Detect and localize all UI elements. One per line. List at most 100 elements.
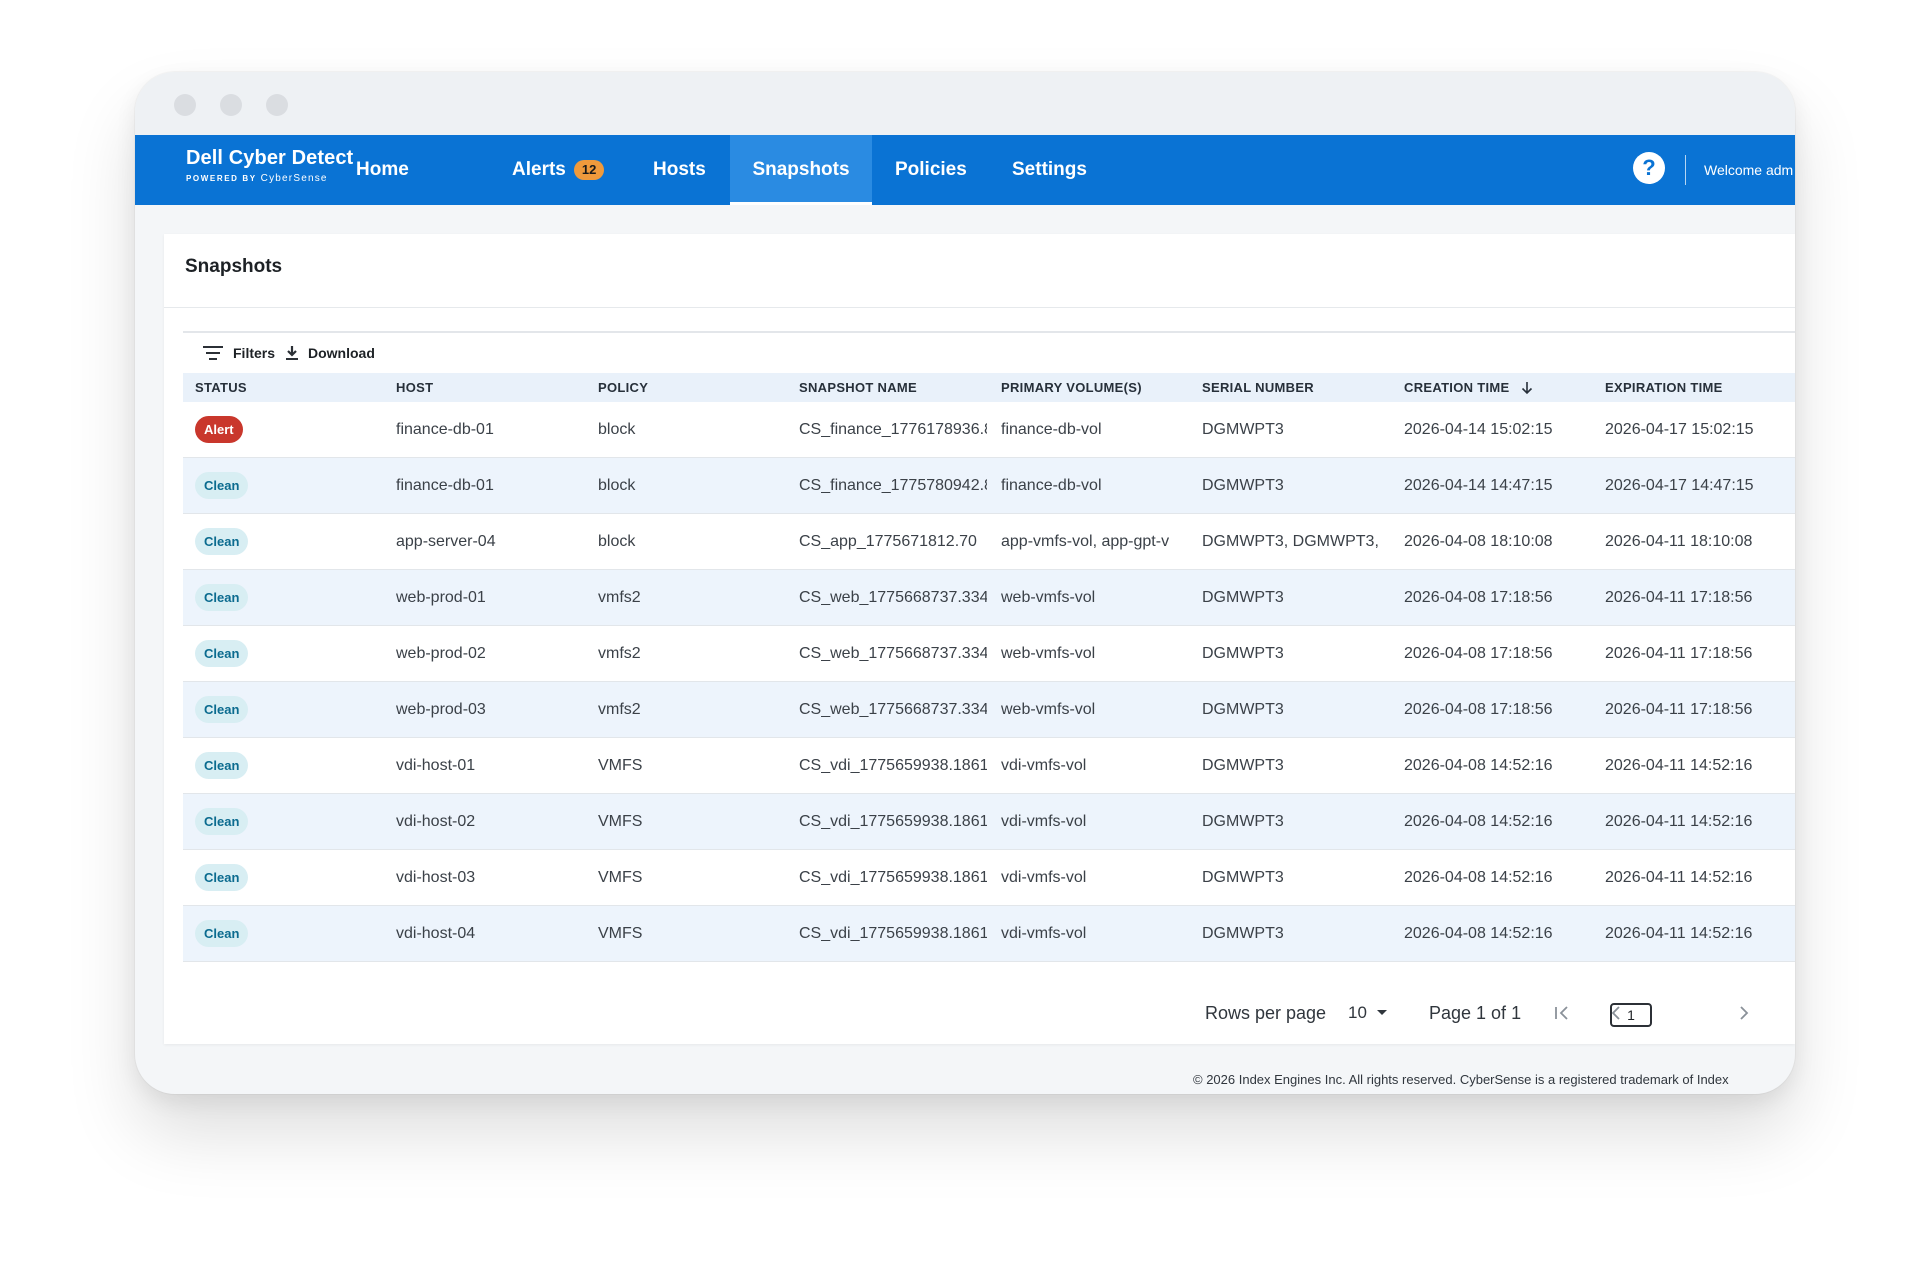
host-cell: web-prod-01 — [396, 570, 591, 625]
nav-item-snapshots[interactable]: Snapshots — [730, 135, 872, 205]
expiration-time-cell: 2026-04-11 14:52:16 — [1605, 850, 1795, 905]
status-cell: Clean — [195, 458, 385, 513]
policy-cell-text: block — [598, 476, 636, 494]
expiration-time-cell: 2026-04-11 14:52:16 — [1605, 906, 1795, 961]
creation-time-cell: 2026-04-08 14:52:16 — [1404, 794, 1599, 849]
host-cell-text: finance-db-01 — [396, 476, 494, 494]
creation-time-cell-text: 2026-04-08 18:10:08 — [1404, 532, 1553, 550]
status-cell: Clean — [195, 570, 385, 625]
table-row[interactable]: Clean vdi-host-04 VMFS CS_vdi_1775659938.18… — [183, 906, 1795, 962]
snapshot-name-cell: CS_vdi_1775659938.1861 — [799, 738, 987, 793]
caret-down-icon — [1376, 1010, 1387, 1015]
nav-item-policies[interactable]: Policies — [895, 135, 967, 205]
nav-item-settings[interactable]: Settings — [1012, 135, 1087, 205]
rows-per-page-value: 10 — [1348, 1003, 1367, 1022]
alerts-count-badge: 12 — [573, 160, 605, 180]
divider — [183, 331, 1795, 333]
policy-cell-text: VMFS — [598, 756, 643, 774]
snapshot-name-cell-text: CS_web_1775668737.334 — [799, 588, 987, 606]
nav-item-hosts[interactable]: Hosts — [653, 135, 706, 205]
creation-time-cell-text: 2026-04-14 14:47:15 — [1404, 476, 1553, 494]
nav-item-label: Alerts — [512, 159, 566, 180]
serial-number-cell-text: DGMWPT3 — [1202, 868, 1284, 886]
table-row[interactable]: Clean app-server-04 block CS_app_1775671812… — [183, 514, 1795, 570]
column-header-snapshot-name[interactable]: SNAPSHOT NAME — [799, 373, 917, 402]
expiration-time-cell: 2026-04-17 14:47:15 — [1605, 458, 1795, 513]
snapshot-name-cell-text: CS_finance_1776178936.8 — [799, 420, 987, 438]
creation-time-cell: 2026-04-14 15:02:15 — [1404, 402, 1599, 457]
host-cell-text: web-prod-01 — [396, 588, 486, 606]
table-row[interactable]: Clean finance-db-01 block CS_finance_177578… — [183, 458, 1795, 514]
nav-item-home[interactable]: Home — [356, 135, 409, 205]
footer-copyright: © 2026 Index Engines Inc. All rights res… — [1193, 1072, 1729, 1087]
column-header-label: SERIAL NUMBER — [1202, 380, 1315, 395]
column-header-policy[interactable]: POLICY — [598, 373, 648, 402]
table-row[interactable]: Clean vdi-host-01 VMFS CS_vdi_1775659938.18… — [183, 738, 1795, 794]
serial-number-cell: DGMWPT3 — [1202, 738, 1397, 793]
column-header-serial-number[interactable]: SERIAL NUMBER — [1202, 373, 1314, 402]
primary-volumes-cell-text: vdi-vmfs-vol — [1001, 924, 1087, 942]
nav-item-label: Home — [356, 159, 409, 180]
column-header-expiration-time[interactable]: EXPIRATION TIME — [1605, 373, 1723, 402]
status-badge: Clean — [195, 808, 249, 835]
snapshot-name-cell: CS_web_1775668737.334 — [799, 626, 987, 681]
creation-time-cell-text: 2026-04-08 17:18:56 — [1404, 644, 1553, 662]
column-header-host[interactable]: HOST — [396, 373, 433, 402]
serial-number-cell: DGMWPT3 — [1202, 570, 1397, 625]
creation-time-cell: 2026-04-14 14:47:15 — [1404, 458, 1599, 513]
download-button[interactable]: Download — [285, 338, 375, 368]
divider — [164, 307, 1795, 308]
primary-volumes-cell: vdi-vmfs-vol — [1001, 738, 1196, 793]
rows-per-page-select[interactable]: 10 — [1348, 993, 1388, 1033]
host-cell: app-server-04 — [396, 514, 591, 569]
filters-button[interactable]: Filters — [202, 338, 275, 368]
column-header-primary-volumes[interactable]: PRIMARY VOLUME(S) — [1001, 373, 1142, 402]
window-control-close[interactable] — [174, 94, 196, 116]
snapshot-name-cell-text: CS_vdi_1775659938.1861 — [799, 756, 987, 774]
creation-time-cell: 2026-04-08 17:18:56 — [1404, 682, 1599, 737]
serial-number-cell-text: DGMWPT3 — [1202, 420, 1284, 438]
table-row[interactable]: Clean web-prod-03 vmfs2 CS_web_1775668737.3… — [183, 682, 1795, 738]
table-row[interactable]: Alert finance-db-01 block CS_finance_177617… — [183, 402, 1795, 458]
table-row[interactable]: Clean vdi-host-02 VMFS CS_vdi_1775659938.18… — [183, 794, 1795, 850]
welcome-user-menu[interactable]: Welcome adm — [1704, 135, 1793, 205]
snapshots-panel: Snapshots Filters Download STATUS HOST P… — [164, 234, 1795, 1044]
serial-number-cell: DGMWPT3 — [1202, 794, 1397, 849]
creation-time-cell-text: 2026-04-08 14:52:16 — [1404, 756, 1553, 774]
window-control-minimize[interactable] — [220, 94, 242, 116]
table-row[interactable]: Clean web-prod-01 vmfs2 CS_web_1775668737.3… — [183, 570, 1795, 626]
host-cell-text: vdi-host-01 — [396, 756, 476, 774]
column-header-creation-time[interactable]: CREATION TIME — [1404, 373, 1534, 402]
next-page-button[interactable] — [1729, 993, 1759, 1033]
expiration-time-cell-text: 2026-04-11 14:52:16 — [1605, 812, 1753, 830]
status-badge: Clean — [195, 472, 249, 499]
status-cell: Clean — [195, 794, 385, 849]
window-control-maximize[interactable] — [266, 94, 288, 116]
snapshot-name-cell: CS_vdi_1775659938.1861 — [799, 794, 987, 849]
nav-item-alerts[interactable]: Alerts 12 — [512, 135, 605, 205]
page-title: Snapshots — [185, 256, 283, 277]
table-row[interactable]: Clean vdi-host-03 VMFS CS_vdi_1775659938.18… — [183, 850, 1795, 906]
snapshot-name-cell: CS_finance_1776178936.8 — [799, 402, 987, 457]
creation-time-cell: 2026-04-08 17:18:56 — [1404, 626, 1599, 681]
serial-number-cell-text: DGMWPT3 — [1202, 588, 1284, 606]
help-icon[interactable]: ? — [1633, 152, 1665, 184]
brand-logo[interactable]: Dell Cyber Detect POWERED BY CyberSense — [186, 147, 353, 184]
snapshot-name-cell-text: CS_vdi_1775659938.1861 — [799, 868, 987, 886]
first-page-button[interactable] — [1547, 993, 1577, 1033]
status-cell: Clean — [195, 850, 385, 905]
primary-volumes-cell-text: finance-db-vol — [1001, 420, 1102, 438]
snapshot-name-cell: CS_web_1775668737.334 — [799, 682, 987, 737]
current-page-input[interactable]: 1 — [1610, 1003, 1652, 1027]
column-header-label: EXPIRATION TIME — [1605, 380, 1723, 395]
expiration-time-cell: 2026-04-11 14:52:16 — [1605, 738, 1795, 793]
top-navbar: Dell Cyber Detect POWERED BY CyberSense … — [135, 135, 1795, 205]
creation-time-cell-text: 2026-04-08 14:52:16 — [1404, 924, 1553, 942]
column-header-label: STATUS — [195, 380, 247, 395]
table-row[interactable]: Clean web-prod-02 vmfs2 CS_web_1775668737.3… — [183, 626, 1795, 682]
status-cell: Clean — [195, 906, 385, 961]
status-badge: Clean — [195, 864, 249, 891]
filter-icon — [203, 346, 223, 360]
snapshot-name-cell-text: CS_web_1775668737.334 — [799, 644, 987, 662]
column-header-status[interactable]: STATUS — [195, 373, 247, 402]
